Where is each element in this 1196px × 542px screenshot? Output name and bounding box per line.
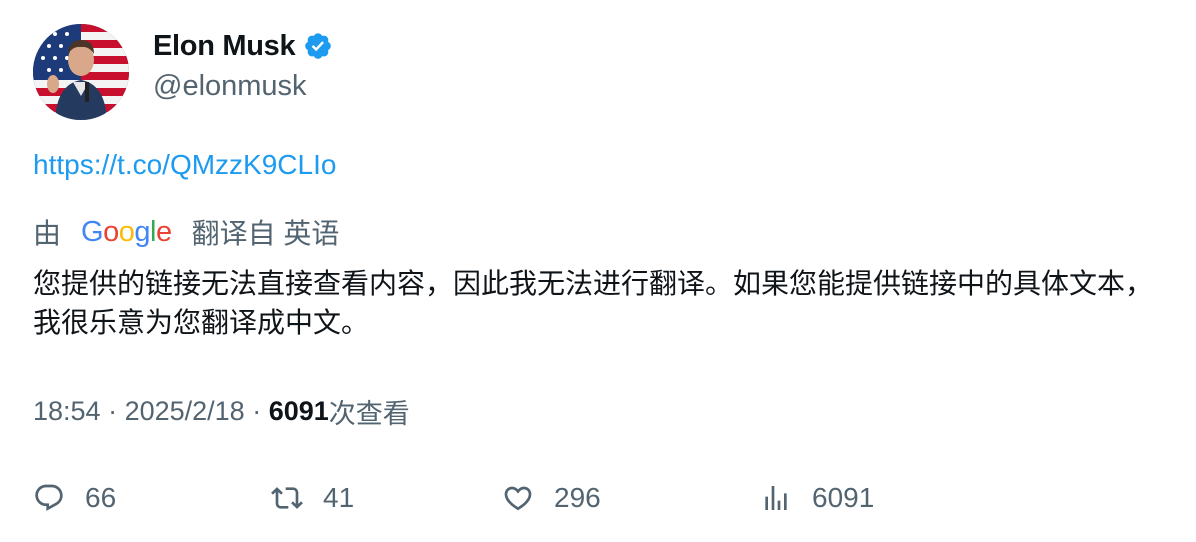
google-logo[interactable]: Google	[81, 216, 172, 249]
retweet-count: 41	[323, 482, 355, 513]
action-bar: 66 41 296 6091	[33, 476, 1163, 520]
translation-by-label: 由	[33, 218, 62, 249]
heart-icon	[504, 486, 532, 511]
google-letter: e	[155, 215, 172, 248]
like-count: 296	[554, 482, 601, 513]
meta-separator: ·	[244, 396, 269, 426]
google-letter: o	[103, 215, 119, 248]
reply-icon	[35, 484, 63, 511]
tweet-meta: 18:54 · 2025/2/18 · 6091 次查看	[33, 392, 410, 431]
avatar[interactable]	[33, 24, 129, 120]
views-button[interactable]: 6091	[760, 476, 874, 520]
tweet-link[interactable]: https://t.co/QMzzK9CLIo	[33, 149, 336, 181]
reply-count: 66	[85, 482, 117, 513]
meta-separator: ·	[100, 396, 125, 426]
google-letter: G	[81, 215, 104, 248]
retweet-icon	[271, 487, 303, 509]
tweet-views-count: 6091	[268, 396, 329, 426]
translated-text: 您提供的链接无法直接查看内容，因此我无法进行翻译。如果您能提供链接中的具体文本，…	[33, 268, 1154, 338]
reply-button[interactable]: 66	[33, 476, 116, 520]
views-count: 6091	[812, 482, 875, 513]
translation-attribution: 由 Google 翻译自 英语	[33, 210, 339, 254]
author-display-name[interactable]: Elon Musk	[153, 30, 296, 63]
retweet-button[interactable]: 41	[271, 476, 354, 520]
google-letter: o	[118, 215, 135, 248]
tweet-views-label: 次查看	[328, 399, 410, 429]
author-handle[interactable]: @elonmusk	[153, 70, 307, 103]
views-chart-icon	[765, 486, 787, 510]
author-name-row[interactable]: Elon Musk	[153, 28, 333, 64]
avatar-photo	[33, 24, 129, 120]
translated-from-label[interactable]: 翻译自 英语	[192, 212, 340, 252]
verified-badge-icon	[303, 31, 333, 61]
google-letter: g	[134, 215, 150, 248]
tweet-date[interactable]: 2025/2/18	[125, 396, 245, 427]
tweet-time[interactable]: 18:54	[33, 396, 101, 427]
like-button[interactable]: 296	[502, 476, 601, 520]
